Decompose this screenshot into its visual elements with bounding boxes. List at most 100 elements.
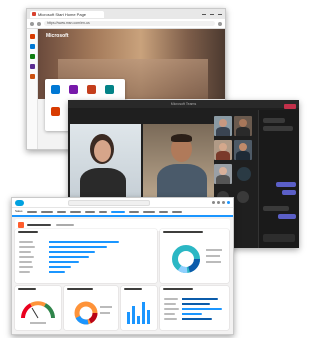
window-controls[interactable] [202,13,222,15]
search-input[interactable] [68,199,150,206]
nav-tab[interactable] [40,210,53,213]
refresh-icon[interactable] [37,21,41,26]
sidebar-app-icon[interactable] [29,64,35,69]
teams-titlebar: Microsoft Teams [68,100,299,108]
legend-item [206,255,220,257]
bar-chart-card[interactable] [160,286,229,330]
sidebar-app-icon[interactable] [29,44,35,49]
app-tile-icon[interactable] [87,85,96,94]
gauge-card[interactable] [15,286,61,330]
participant-face [219,143,227,151]
gallery-tile[interactable] [234,140,252,160]
nav-tab[interactable] [128,210,139,213]
card-title [163,288,193,290]
browser-tab-title: Microsoft Start Home Page [38,11,87,17]
video-tile-participant[interactable] [143,124,214,198]
chat-message-own [282,190,296,195]
nav-tab[interactable] [26,210,37,213]
gallery-tile[interactable] [214,116,232,136]
bar[interactable] [182,318,212,320]
notifications-icon[interactable] [222,201,225,204]
settings-icon[interactable] [217,201,220,204]
app-tile-icon[interactable] [51,107,60,116]
nav-tab[interactable] [84,210,95,213]
nav-tab[interactable] [158,210,168,213]
chat-input[interactable] [263,234,295,242]
donut-chart-card[interactable] [64,286,118,330]
legend-item [206,261,221,263]
column-chart [127,302,150,324]
settings-icon[interactable] [218,21,222,26]
donut-chart [74,301,112,325]
bar[interactable] [182,313,202,315]
participant-body [236,127,250,136]
bar[interactable] [182,298,218,300]
avatar[interactable] [227,201,230,204]
axis-label [19,271,30,273]
sidebar-app-icon[interactable] [29,74,35,79]
salesforce-nav-bar: Sales [12,208,233,217]
legend-item [100,306,112,308]
gauge-chart [21,301,55,324]
bar[interactable] [142,302,145,324]
bar[interactable] [182,303,210,305]
nav-tab-selected[interactable] [110,210,125,213]
participant-body [80,168,126,198]
browser-tab[interactable]: Microsoft Start Home Page [30,10,104,18]
minimize-icon[interactable] [202,13,206,15]
bar[interactable] [49,241,119,243]
app-tile-icon[interactable] [105,85,114,94]
bar[interactable] [49,256,89,258]
axis-label [164,303,176,305]
participant-body [236,151,250,160]
nav-tab[interactable] [142,210,155,213]
axis-label [164,298,178,300]
nav-tab[interactable] [98,210,107,213]
salesforce-window: Sales [11,197,234,335]
help-icon[interactable] [212,201,215,204]
legend-item [100,312,110,314]
nav-tab[interactable] [56,210,66,213]
nav-tab[interactable] [69,210,81,213]
sidebar-app-icon[interactable] [29,54,35,59]
donut-chart-card[interactable] [160,229,229,283]
back-icon[interactable] [30,21,34,26]
bar[interactable] [49,271,65,273]
bar[interactable] [182,308,222,310]
teams-window-title: Microsoft Teams [170,102,197,106]
browser-toolbar: https://www.msn.com/en-us [27,19,225,29]
axis-label [19,246,35,248]
close-icon[interactable] [218,13,222,15]
chat-message [263,206,289,211]
avatar[interactable] [237,167,251,181]
header-utility-icons [212,201,230,204]
gallery-tile[interactable] [234,116,252,136]
video-tile-participant[interactable] [70,124,141,198]
nav-tab[interactable] [171,210,182,213]
column-chart-card[interactable] [121,286,157,330]
bar[interactable] [49,266,71,268]
app-tile-icon[interactable] [69,85,78,94]
maximize-icon[interactable] [210,13,214,15]
chat-message [263,126,293,131]
bar[interactable] [137,316,140,324]
avatar[interactable] [237,191,249,203]
app-tile-icon[interactable] [51,85,60,94]
participant-face [219,167,227,175]
sidebar-app-icon[interactable] [29,34,35,39]
leave-call-button[interactable] [284,104,296,109]
bar[interactable] [127,312,130,324]
donut-chart [172,245,222,273]
address-bar[interactable]: https://www.msn.com/en-us [44,21,215,26]
gallery-tile[interactable] [214,164,232,184]
bar-chart-card[interactable] [15,229,157,283]
bar[interactable] [132,306,135,324]
bar[interactable] [49,251,95,253]
axis-label [164,318,177,320]
bar[interactable] [49,246,107,248]
bar[interactable] [49,261,79,263]
participant-face [239,143,247,151]
bar[interactable] [147,310,150,324]
gallery-tile[interactable] [214,140,232,160]
axis-label [19,251,31,253]
